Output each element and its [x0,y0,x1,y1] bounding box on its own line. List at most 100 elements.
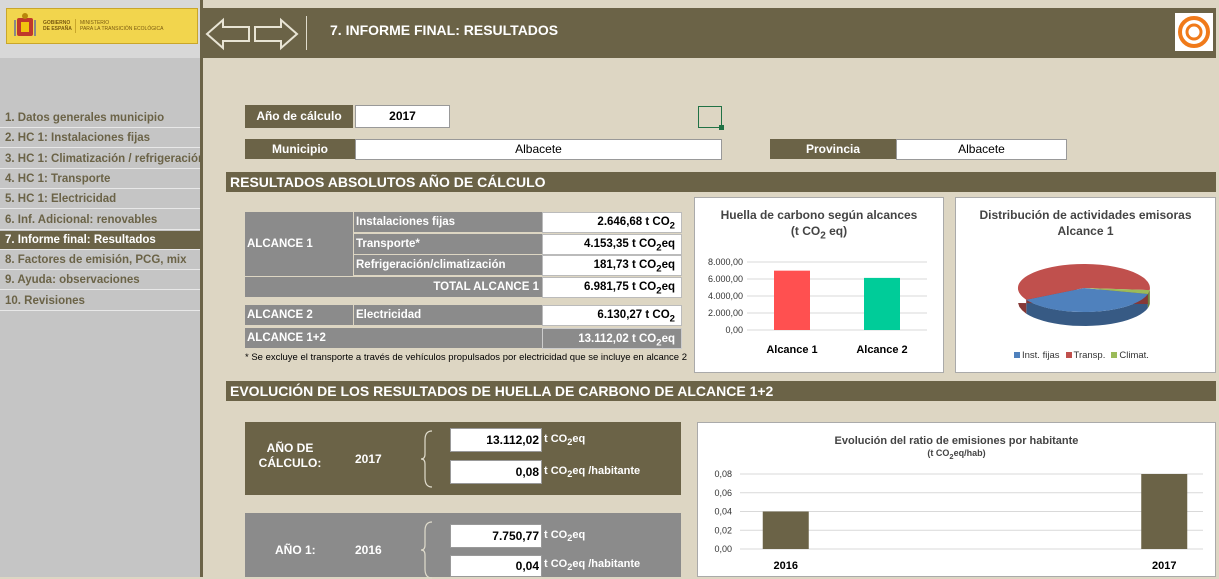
sidebar-item-2[interactable]: 2. HC 1: Instalaciones fijas [0,129,200,149]
selected-cell[interactable] [698,106,724,130]
sidebar-item-5[interactable]: 5. HC 1: Electricidad [0,190,200,210]
a12-suffix: eq [661,333,675,345]
forward-arrow-icon[interactable] [254,17,299,51]
sidebar-item-10[interactable]: 10. Revisiones [0,292,200,311]
logo-ministry-text: MINISTERIO PARA LA TRANSICIÓN ECOLÓGICA [80,20,163,32]
brace-icon-2 [420,521,433,579]
alcance1-row-suffix: eq [661,237,675,250]
chart1-ytick: 2.000,00 [708,308,743,318]
electricidad-value[interactable]: 6.130,27 t CO2 [542,305,682,326]
alcance1-row-label: Instalaciones fijas [354,212,542,232]
alcance1-row-value[interactable]: 2.646,68 t CO2 [542,212,682,233]
government-logo: GOBIERNO DE ESPAÑA MINISTERIO PARA LA TR… [6,8,198,44]
evo-total-value[interactable]: 13.112,02 [450,428,542,452]
logo-divider [75,19,76,33]
total-suffix: eq [661,281,675,293]
u1b: eq [572,433,586,445]
legend-label: Transp. [1073,350,1106,361]
sidebar-item-8[interactable]: 8. Factores de emisión, PCG, mix [0,251,200,271]
evo-ratio-value[interactable]: 0,08 [450,460,542,484]
back-arrow-icon[interactable] [205,17,250,51]
logo-line1b: DE ESPAÑA [43,26,72,32]
electricidad-label: Electricidad [354,305,542,325]
elec-sub: 2 [669,313,675,325]
chart1-bar [864,277,900,330]
logo-line2b: PARA LA TRANSICIÓN ECOLÓGICA [80,26,164,32]
nav-arrows [205,17,299,51]
evo-year: 2017 [355,452,382,466]
legend-label: Climat. [1119,350,1149,361]
chart3-ytick: 0,04 [714,507,732,517]
logo-area: GOBIERNO DE ESPAÑA MINISTERIO PARA LA TR… [0,0,200,58]
chart3-xtick: 2017 [1152,560,1176,572]
fill-handle[interactable] [719,125,724,130]
logo-government-text: GOBIERNO DE ESPAÑA [43,20,72,32]
provincia-field[interactable]: Albacete [896,139,1067,160]
sidebar-item-7[interactable]: 7. Informe final: Resultados [0,230,200,250]
chart1-plot: 8.000,00 6.000,00 4.000,00 2.000,00 0,00 Alca… [708,257,927,356]
sidebar-item-6[interactable]: 6. Inf. Adicional: renovables [0,211,200,230]
alcance1-row-value[interactable]: 4.153,35 t CO2eq [542,233,682,255]
chart-distribucion[interactable]: Distribución de actividades emisoras Alc… [955,197,1216,373]
legend-swatch [1111,352,1118,358]
sidebar-item-4[interactable]: 4. HC 1: Transporte [0,170,200,189]
municipio-label: Municipio [245,139,355,159]
sidebar-item-9[interactable]: 9. Ayuda: observaciones [0,271,200,291]
total-unit: t CO [631,281,657,293]
evo-total-unit: t CO2eq [544,433,585,447]
coat-of-arms-icon [14,13,36,36]
header-separator [306,16,307,50]
chart-alcances[interactable]: Huella de carbono según alcances (t CO2 … [694,197,944,373]
chart1-ytick: 6.000,00 [708,274,743,284]
chart2-legend: Inst. fijas Transp. Climat. [1014,350,1149,361]
page-title: 7. INFORME FINAL: RESULTADOS [330,22,559,38]
transport-note: * Se excluye el transporte a través de v… [245,352,688,363]
legend-swatch [1014,352,1020,358]
total-alcance1-label: TOTAL ALCANCE 1 [245,277,542,297]
alcance1-row-sub: 2 [669,220,675,232]
chart3-ytick: 0,00 [714,544,732,554]
u2b: eq /habitante [572,465,641,477]
evo-year-label2: CÁLCULO: [258,456,322,470]
u4b: eq /habitante [572,558,641,570]
evo-year1-total-value[interactable]: 7.750,77 [450,524,542,548]
elec-unit: t CO [645,309,670,321]
chart3-xtick: 2016 [774,560,798,572]
evo-ratio-unit: t CO2eq /habitante [544,465,640,479]
chart3-plot: 0,08 0,06 0,04 0,02 0,00 2016 2017 [714,469,1203,572]
legend-swatch [1065,352,1072,358]
evo-year1-ratio-unit: t CO2eq /habitante [544,558,640,572]
alcance1-row-num: 2.646,68 [597,216,643,228]
brand-logo [1175,13,1213,51]
chart3-bar [1141,474,1188,549]
u1a: t CO [544,433,568,445]
municipio-field[interactable]: Albacete [355,139,722,160]
alcance1-row-value[interactable]: 181,73 t CO2eq [542,255,682,276]
a12-unit: t CO [631,333,657,345]
chart-evolucion[interactable]: Evolución del ratio de emisiones por hab… [697,422,1216,577]
evo-year1: 2016 [355,543,382,557]
legend-label: Inst. fijas [1022,350,1060,361]
section-results-title: RESULTADOS ABSOLUTOS AÑO DE CÁLCULO [226,172,1216,192]
alcance12-value[interactable]: 13.112,02 t CO2eq [542,328,682,349]
total-alcance1-value[interactable]: 6.981,75 t CO2eq [542,277,682,298]
alcance1-row-unit: t CO [645,216,670,228]
sidebar-item-3[interactable]: 3. HC 1: Climatización / refrigeración [0,150,200,169]
year-field[interactable]: 2017 [355,105,450,128]
alcance1-row-unit: t CO [631,237,657,250]
alcance1-row-label: Transporte* [354,233,542,254]
chart3-ytick: 0,06 [714,488,732,498]
provincia-label: Provincia [770,139,896,159]
sidebar-item-1[interactable]: 1. Datos generales municipio [0,109,200,128]
chart1-ytick: 0,00 [725,325,743,335]
alcance1-row-num: 181,73 [593,259,629,271]
alcance12-label: ALCANCE 1+2 [245,328,542,348]
evo-year1-ratio-value[interactable]: 0,04 [450,555,542,577]
chart1-xtick: Alcance 1 [766,344,817,356]
alcance1-row-suffix: eq [661,259,675,271]
chart3-ytick: 0,02 [714,525,732,535]
alcance1-row-label: Refrigeración/climatización [354,255,542,275]
chart3-bar [762,511,809,549]
u3a: t CO [544,529,568,541]
total-value-num: 6.981,75 [584,281,629,293]
